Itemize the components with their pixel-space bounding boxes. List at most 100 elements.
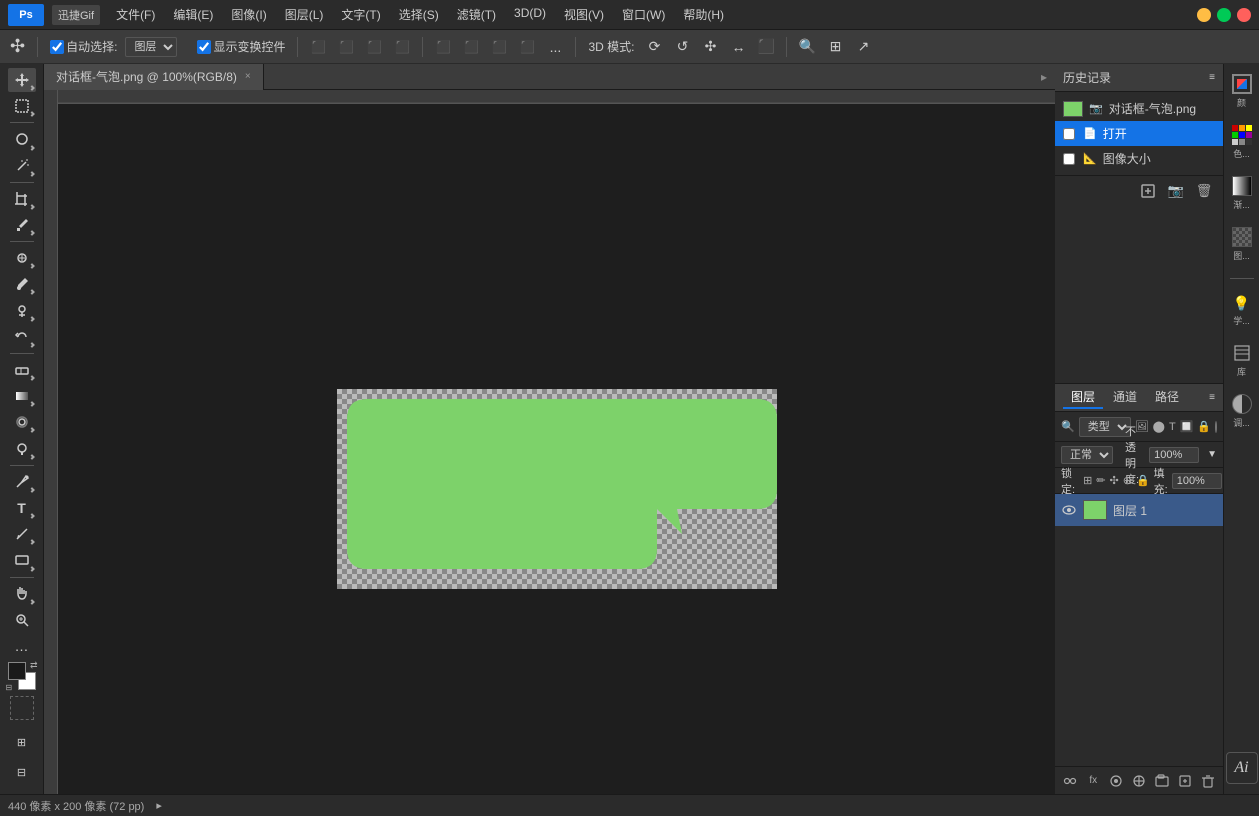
lock-artboard-button[interactable]: ⊕ [1123, 473, 1132, 489]
share-button[interactable]: ↗ [851, 35, 875, 59]
artboard-button[interactable]: ⊟ [8, 758, 36, 786]
fill-input[interactable] [1172, 473, 1222, 489]
lock-position-button[interactable]: ✣ [1110, 473, 1119, 489]
close-button[interactable] [1237, 8, 1251, 22]
screen-mode-button[interactable]: ⊞ [8, 728, 36, 756]
gradient-panel-toggle[interactable]: 渐... [1227, 172, 1257, 215]
blend-mode-select[interactable]: 正常 [1061, 446, 1113, 464]
menu-text[interactable]: 文字(T) [333, 4, 388, 25]
tab-layers[interactable]: 图层 [1063, 386, 1103, 409]
menu-3d[interactable]: 3D(D) [506, 4, 554, 25]
filter-text-button[interactable]: T [1169, 418, 1176, 436]
create-document-from-state-button[interactable]: 📷 [1165, 180, 1187, 202]
filter-smartobj-button[interactable]: 🔒 [1197, 418, 1211, 436]
menu-window[interactable]: 窗口(W) [614, 4, 673, 25]
clone-tool-button[interactable] [8, 298, 36, 322]
canvas-viewport[interactable] [58, 104, 1055, 794]
gradient-tool-button[interactable] [8, 384, 36, 408]
panel-collapse-right[interactable]: ▸ [1033, 70, 1055, 84]
lasso-tool-button[interactable] [8, 127, 36, 151]
tab-channels[interactable]: 通道 [1105, 386, 1145, 409]
zoom-tool-button[interactable] [8, 608, 36, 632]
menu-select[interactable]: 选择(S) [391, 4, 447, 25]
filter-type-select[interactable]: 类型 [1079, 417, 1131, 437]
history-item-imagesize[interactable]: 📐 图像大小 [1055, 146, 1223, 171]
menu-layer[interactable]: 图层(L) [277, 4, 332, 25]
hand-tool-button[interactable] [8, 581, 36, 605]
auto-select-dropdown[interactable]: 图层 组 [125, 37, 177, 57]
reset-colors-button[interactable]: ⊟ [6, 683, 13, 692]
align-top-button[interactable]: ⬛ [390, 35, 414, 59]
lock-all-button[interactable]: 🔒 [1136, 473, 1150, 489]
maximize-button[interactable] [1217, 8, 1231, 22]
3d-pan-button[interactable]: ↺ [670, 35, 694, 59]
brush-tool-button[interactable] [8, 272, 36, 296]
zoom-mode-button[interactable]: ⊞ [823, 35, 847, 59]
history-panel-menu-button[interactable]: ≡ [1209, 72, 1215, 83]
more-tools-button[interactable]: … [8, 634, 36, 658]
distribute-top-button[interactable]: ⬛ [515, 35, 539, 59]
history-item-file[interactable]: 📷 对话框-气泡.png [1055, 96, 1223, 121]
pen-tool-button[interactable] [8, 470, 36, 494]
move-tool-button[interactable] [8, 68, 36, 92]
history-brush-tool-button[interactable] [8, 325, 36, 349]
layers-panel-menu-button[interactable]: ≡ [1209, 392, 1215, 403]
menu-file[interactable]: 文件(F) [108, 4, 163, 25]
magic-wand-tool-button[interactable] [8, 154, 36, 178]
align-right-button[interactable]: ⬛ [362, 35, 386, 59]
new-layer-button[interactable] [1175, 771, 1194, 791]
filter-adjustment-button[interactable]: ⬤ [1153, 418, 1165, 436]
3d-slide-button[interactable]: ↔ [726, 35, 750, 59]
status-arrow[interactable]: ▸ [156, 799, 162, 812]
layer-link-button[interactable] [1061, 771, 1080, 791]
marquee-tool-button[interactable] [8, 94, 36, 118]
document-tab[interactable]: 对话框-气泡.png @ 100%(RGB/8) × [44, 64, 264, 90]
align-center-h-button[interactable]: ⬛ [334, 35, 358, 59]
distribute-left-button[interactable]: ⬛ [431, 35, 455, 59]
search-button[interactable]: 🔍 [795, 35, 819, 59]
delete-state-button[interactable]: 🗑 [1193, 180, 1215, 202]
history-item-open[interactable]: 📄 打开 [1055, 121, 1223, 146]
lock-pixels-button[interactable]: ⊞ [1083, 473, 1092, 489]
lock-image-button[interactable]: ✏ [1096, 473, 1105, 489]
align-left-button[interactable]: ⬛ [306, 35, 330, 59]
swatches-panel-toggle[interactable]: 色... [1227, 121, 1257, 164]
opacity-input[interactable] [1149, 447, 1199, 463]
layer-row-1[interactable]: 图层 1 [1055, 494, 1223, 526]
menu-image[interactable]: 图像(I) [223, 4, 274, 25]
layer-visibility-toggle[interactable] [1061, 502, 1077, 518]
ai-button[interactable]: Ai [1226, 752, 1258, 784]
filter-toggle-button[interactable] [1215, 421, 1217, 433]
opacity-arrow[interactable]: ▼ [1207, 449, 1217, 460]
distribute-center-h-button[interactable]: ⬛ [459, 35, 483, 59]
3d-scale-button[interactable]: ⬛ [754, 35, 778, 59]
create-new-snapshot-button[interactable] [1137, 180, 1159, 202]
libraries-panel-toggle[interactable]: 库 [1227, 339, 1257, 382]
healing-tool-button[interactable] [8, 246, 36, 270]
3d-rotate-button[interactable]: ⟳ [642, 35, 666, 59]
layer-group-button[interactable] [1152, 771, 1171, 791]
layer-mask-button[interactable] [1107, 771, 1126, 791]
quick-mask-button[interactable] [10, 696, 34, 720]
tab-paths[interactable]: 路径 [1147, 386, 1187, 409]
blur-tool-button[interactable] [8, 410, 36, 434]
eraser-tool-button[interactable] [8, 358, 36, 382]
dodge-tool-button[interactable] [8, 436, 36, 460]
layer-adjustment-button[interactable] [1130, 771, 1149, 791]
color-panel-toggle[interactable]: 颜 [1227, 70, 1257, 113]
auto-select-checkbox[interactable] [50, 40, 64, 54]
adjustments-panel-toggle[interactable]: 调... [1227, 390, 1257, 433]
menu-view[interactable]: 视图(V) [556, 4, 612, 25]
filter-shape-button[interactable]: 🔲 [1180, 418, 1194, 436]
history-item-open-checkbox[interactable] [1063, 128, 1075, 140]
menu-filter[interactable]: 滤镜(T) [449, 4, 504, 25]
swap-colors-button[interactable]: ⇄ [30, 660, 38, 671]
3d-zoom-button[interactable]: ✣ [698, 35, 722, 59]
layer-effects-button[interactable]: fx [1084, 771, 1103, 791]
distribute-right-button[interactable]: ⬛ [487, 35, 511, 59]
history-item-imagesize-checkbox[interactable] [1063, 153, 1075, 165]
shape-tool-button[interactable] [8, 548, 36, 572]
show-transform-checkbox[interactable] [197, 40, 211, 54]
minimize-button[interactable] [1197, 8, 1211, 22]
learn-panel-toggle[interactable]: 💡 学... [1227, 291, 1257, 331]
